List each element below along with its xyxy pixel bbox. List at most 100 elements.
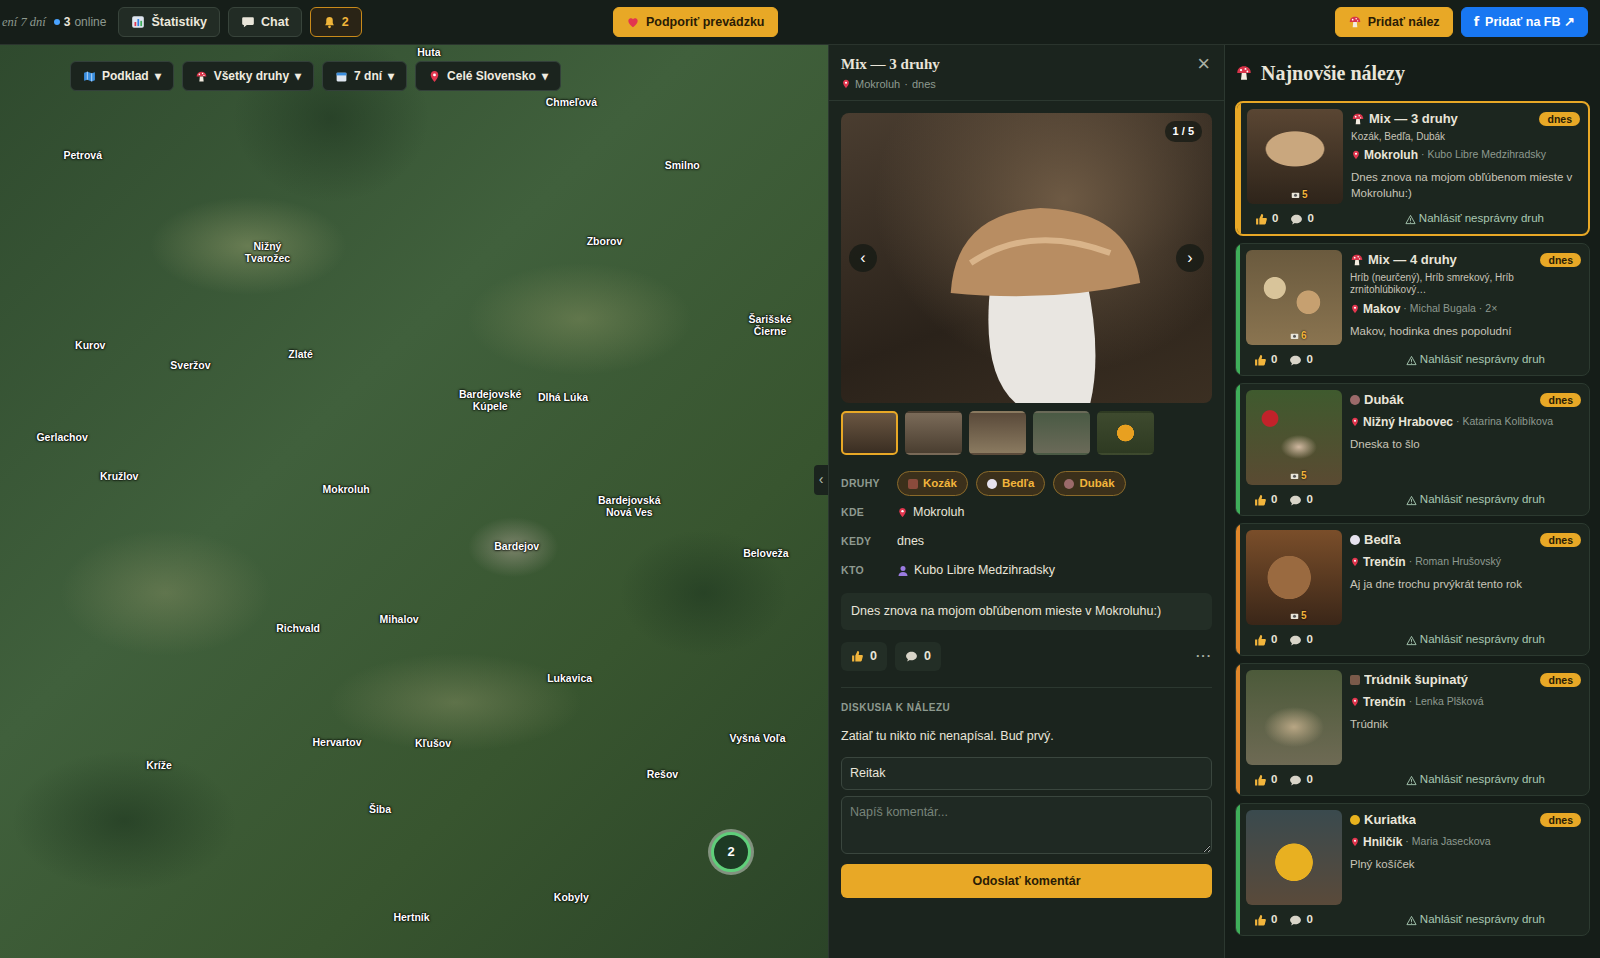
report-link[interactable]: Nahlásiť nesprávny druh bbox=[1406, 491, 1545, 508]
find-thumbnail[interactable]: 5 bbox=[1247, 109, 1343, 204]
like-button[interactable]: 0 bbox=[1255, 210, 1278, 227]
filter-dropdown[interactable]: Všetky druhy▾ bbox=[182, 61, 314, 91]
species-icon bbox=[1350, 815, 1360, 825]
place-label: Vyšná Voľa bbox=[730, 733, 786, 745]
species-icon bbox=[1350, 253, 1364, 267]
report-link[interactable]: Nahlásiť nesprávny druh bbox=[1406, 351, 1545, 368]
like-button[interactable]: 0 bbox=[1254, 631, 1277, 648]
report-link[interactable]: Nahlásiť nesprávny druh bbox=[1406, 911, 1545, 928]
place-label: Hervartov bbox=[312, 738, 361, 750]
add-find-button[interactable]: Pridať nález bbox=[1335, 7, 1453, 37]
comment-button[interactable]: 0 bbox=[1289, 631, 1312, 648]
more-button[interactable]: ··· bbox=[1196, 648, 1212, 663]
user-name[interactable]: Roman Hrušovský bbox=[1415, 554, 1501, 570]
comment-count: 0 bbox=[1306, 911, 1312, 928]
separator: · bbox=[1456, 414, 1460, 430]
photo-count: 5 bbox=[1302, 187, 1308, 202]
comment-icon bbox=[1289, 354, 1302, 367]
map[interactable]: HutaChmeľováPetrováSmilnoNižný TvarožecZ… bbox=[0, 45, 828, 958]
add-fb-button[interactable]: fPridať na FB ↗ bbox=[1461, 7, 1588, 37]
comment-input[interactable] bbox=[841, 796, 1212, 854]
species-icon bbox=[1350, 395, 1360, 405]
statistics-button[interactable]: Štatistiky bbox=[118, 7, 220, 37]
comment-button[interactable]: 0 bbox=[1289, 771, 1312, 788]
place-label: Petrová bbox=[64, 151, 103, 163]
online-dot bbox=[54, 19, 60, 25]
user-name[interactable]: Kubo Libre Medzihradsky bbox=[1428, 147, 1546, 163]
filter-dropdown[interactable]: 7 dní▾ bbox=[322, 61, 407, 91]
like-button[interactable]: 0 bbox=[1254, 911, 1277, 928]
find-photo: 1 / 5‹› bbox=[841, 113, 1212, 403]
comment-count-button[interactable]: 0 bbox=[895, 642, 941, 671]
heart-icon bbox=[626, 15, 640, 29]
chat-button[interactable]: Chat bbox=[228, 7, 302, 37]
submit-comment-button[interactable]: Odoslať komentár bbox=[841, 864, 1212, 898]
photo-thumbnail[interactable] bbox=[1097, 411, 1154, 455]
like-button[interactable]: 0 bbox=[1254, 771, 1277, 788]
photo-thumbnail[interactable] bbox=[969, 411, 1026, 455]
species-tag[interactable]: Bedľa bbox=[976, 471, 1046, 496]
find-card[interactable]: 5BedľadnesTrenčín·Roman HrušovskýAj ja d… bbox=[1235, 523, 1590, 656]
find-card[interactable]: 5DubákdnesNižný Hrabovec·Katarina Kolibí… bbox=[1235, 383, 1590, 516]
find-location: Nižný Hrabovec bbox=[1363, 413, 1453, 431]
photo-thumbnail[interactable] bbox=[1033, 411, 1090, 455]
find-card[interactable]: 5Mix — 3 druhydnesKozák, Bedľa, DubákMok… bbox=[1235, 101, 1590, 236]
like-count: 0 bbox=[1271, 911, 1277, 928]
filter-dropdown[interactable]: Podklad▾ bbox=[70, 61, 174, 91]
pin-icon bbox=[897, 507, 908, 518]
pin-icon bbox=[1350, 837, 1360, 847]
support-button[interactable]: Podporiť prevádzku bbox=[613, 7, 778, 37]
comment-icon bbox=[905, 650, 918, 663]
find-title: Mix — 3 druhy bbox=[841, 53, 1195, 76]
filter-dropdown[interactable]: Celé Slovensko▾ bbox=[415, 61, 561, 91]
place-label: Lukavica bbox=[547, 673, 592, 685]
like-button[interactable]: 0 bbox=[1254, 351, 1277, 368]
find-thumbnail[interactable]: 5 bbox=[1246, 530, 1342, 625]
card-stripe bbox=[1236, 244, 1240, 375]
find-thumbnail[interactable] bbox=[1246, 670, 1342, 765]
map-cluster[interactable]: 2 bbox=[711, 832, 751, 872]
place-label: Kobyly bbox=[554, 892, 589, 904]
find-thumbnail[interactable]: 6 bbox=[1246, 250, 1342, 345]
separator: · bbox=[1409, 694, 1413, 710]
date-badge: dnes bbox=[1540, 253, 1581, 267]
close-button[interactable]: × bbox=[1195, 53, 1212, 75]
place-label: Hertník bbox=[393, 912, 429, 924]
next-photo-button[interactable]: › bbox=[1176, 244, 1204, 272]
report-link[interactable]: Nahlásiť nesprávny druh bbox=[1406, 631, 1545, 648]
report-link[interactable]: Nahlásiť nesprávny druh bbox=[1406, 771, 1545, 788]
report-link[interactable]: Nahlásiť nesprávny druh bbox=[1405, 210, 1544, 227]
user-name[interactable]: Michal Bugala bbox=[1410, 301, 1476, 317]
species-tag[interactable]: Dubák bbox=[1053, 471, 1125, 496]
discussion-label: DISKUSIA K NÁLEZU bbox=[841, 700, 1212, 715]
comment-button[interactable]: 0 bbox=[1290, 210, 1313, 227]
place-label: Šarišské Čierne bbox=[741, 315, 799, 338]
find-title: Kuriatka bbox=[1364, 810, 1416, 830]
find-note: Aj ja dne trochu prvýkrát tento rok bbox=[1350, 576, 1581, 592]
species-tag[interactable]: Kozák bbox=[897, 471, 968, 496]
find-count: 2× bbox=[1485, 301, 1497, 317]
card-stripe bbox=[1237, 103, 1241, 234]
comment-button[interactable]: 0 bbox=[1289, 351, 1312, 368]
name-input[interactable] bbox=[841, 757, 1212, 790]
find-card[interactable]: 6Mix — 4 druhydnesHríb (neurčený), Hríb … bbox=[1235, 243, 1590, 376]
who-value[interactable]: Kubo Libre Medzihradsky bbox=[914, 561, 1055, 580]
find-card[interactable]: KuriatkadnesHnilčík·Maria JaseckovaPlný … bbox=[1235, 803, 1590, 936]
photo-thumbnail[interactable] bbox=[841, 411, 898, 455]
place-label: Sveržov bbox=[170, 361, 210, 373]
like-button[interactable]: 0 bbox=[1254, 491, 1277, 508]
find-thumbnail[interactable] bbox=[1246, 810, 1342, 905]
like-button[interactable]: 0 bbox=[841, 642, 887, 671]
comment-button[interactable]: 0 bbox=[1289, 911, 1312, 928]
notifications-button[interactable]: 2 bbox=[310, 7, 362, 37]
find-thumbnail[interactable]: 5 bbox=[1246, 390, 1342, 485]
user-name[interactable]: Maria Jaseckova bbox=[1412, 834, 1491, 850]
find-card[interactable]: Trúdnik šupinatýdnesTrenčín·Lenka Plškov… bbox=[1235, 663, 1590, 796]
previous-photo-button[interactable]: ‹ bbox=[849, 244, 877, 272]
photo-thumbnail[interactable] bbox=[905, 411, 962, 455]
user-name[interactable]: Lenka Plšková bbox=[1415, 694, 1483, 710]
filter-label: Celé Slovensko bbox=[447, 67, 536, 85]
panel-handle[interactable]: ‹ bbox=[814, 465, 828, 495]
comment-button[interactable]: 0 bbox=[1289, 491, 1312, 508]
user-name[interactable]: Katarina Kolibíkova bbox=[1463, 414, 1553, 430]
